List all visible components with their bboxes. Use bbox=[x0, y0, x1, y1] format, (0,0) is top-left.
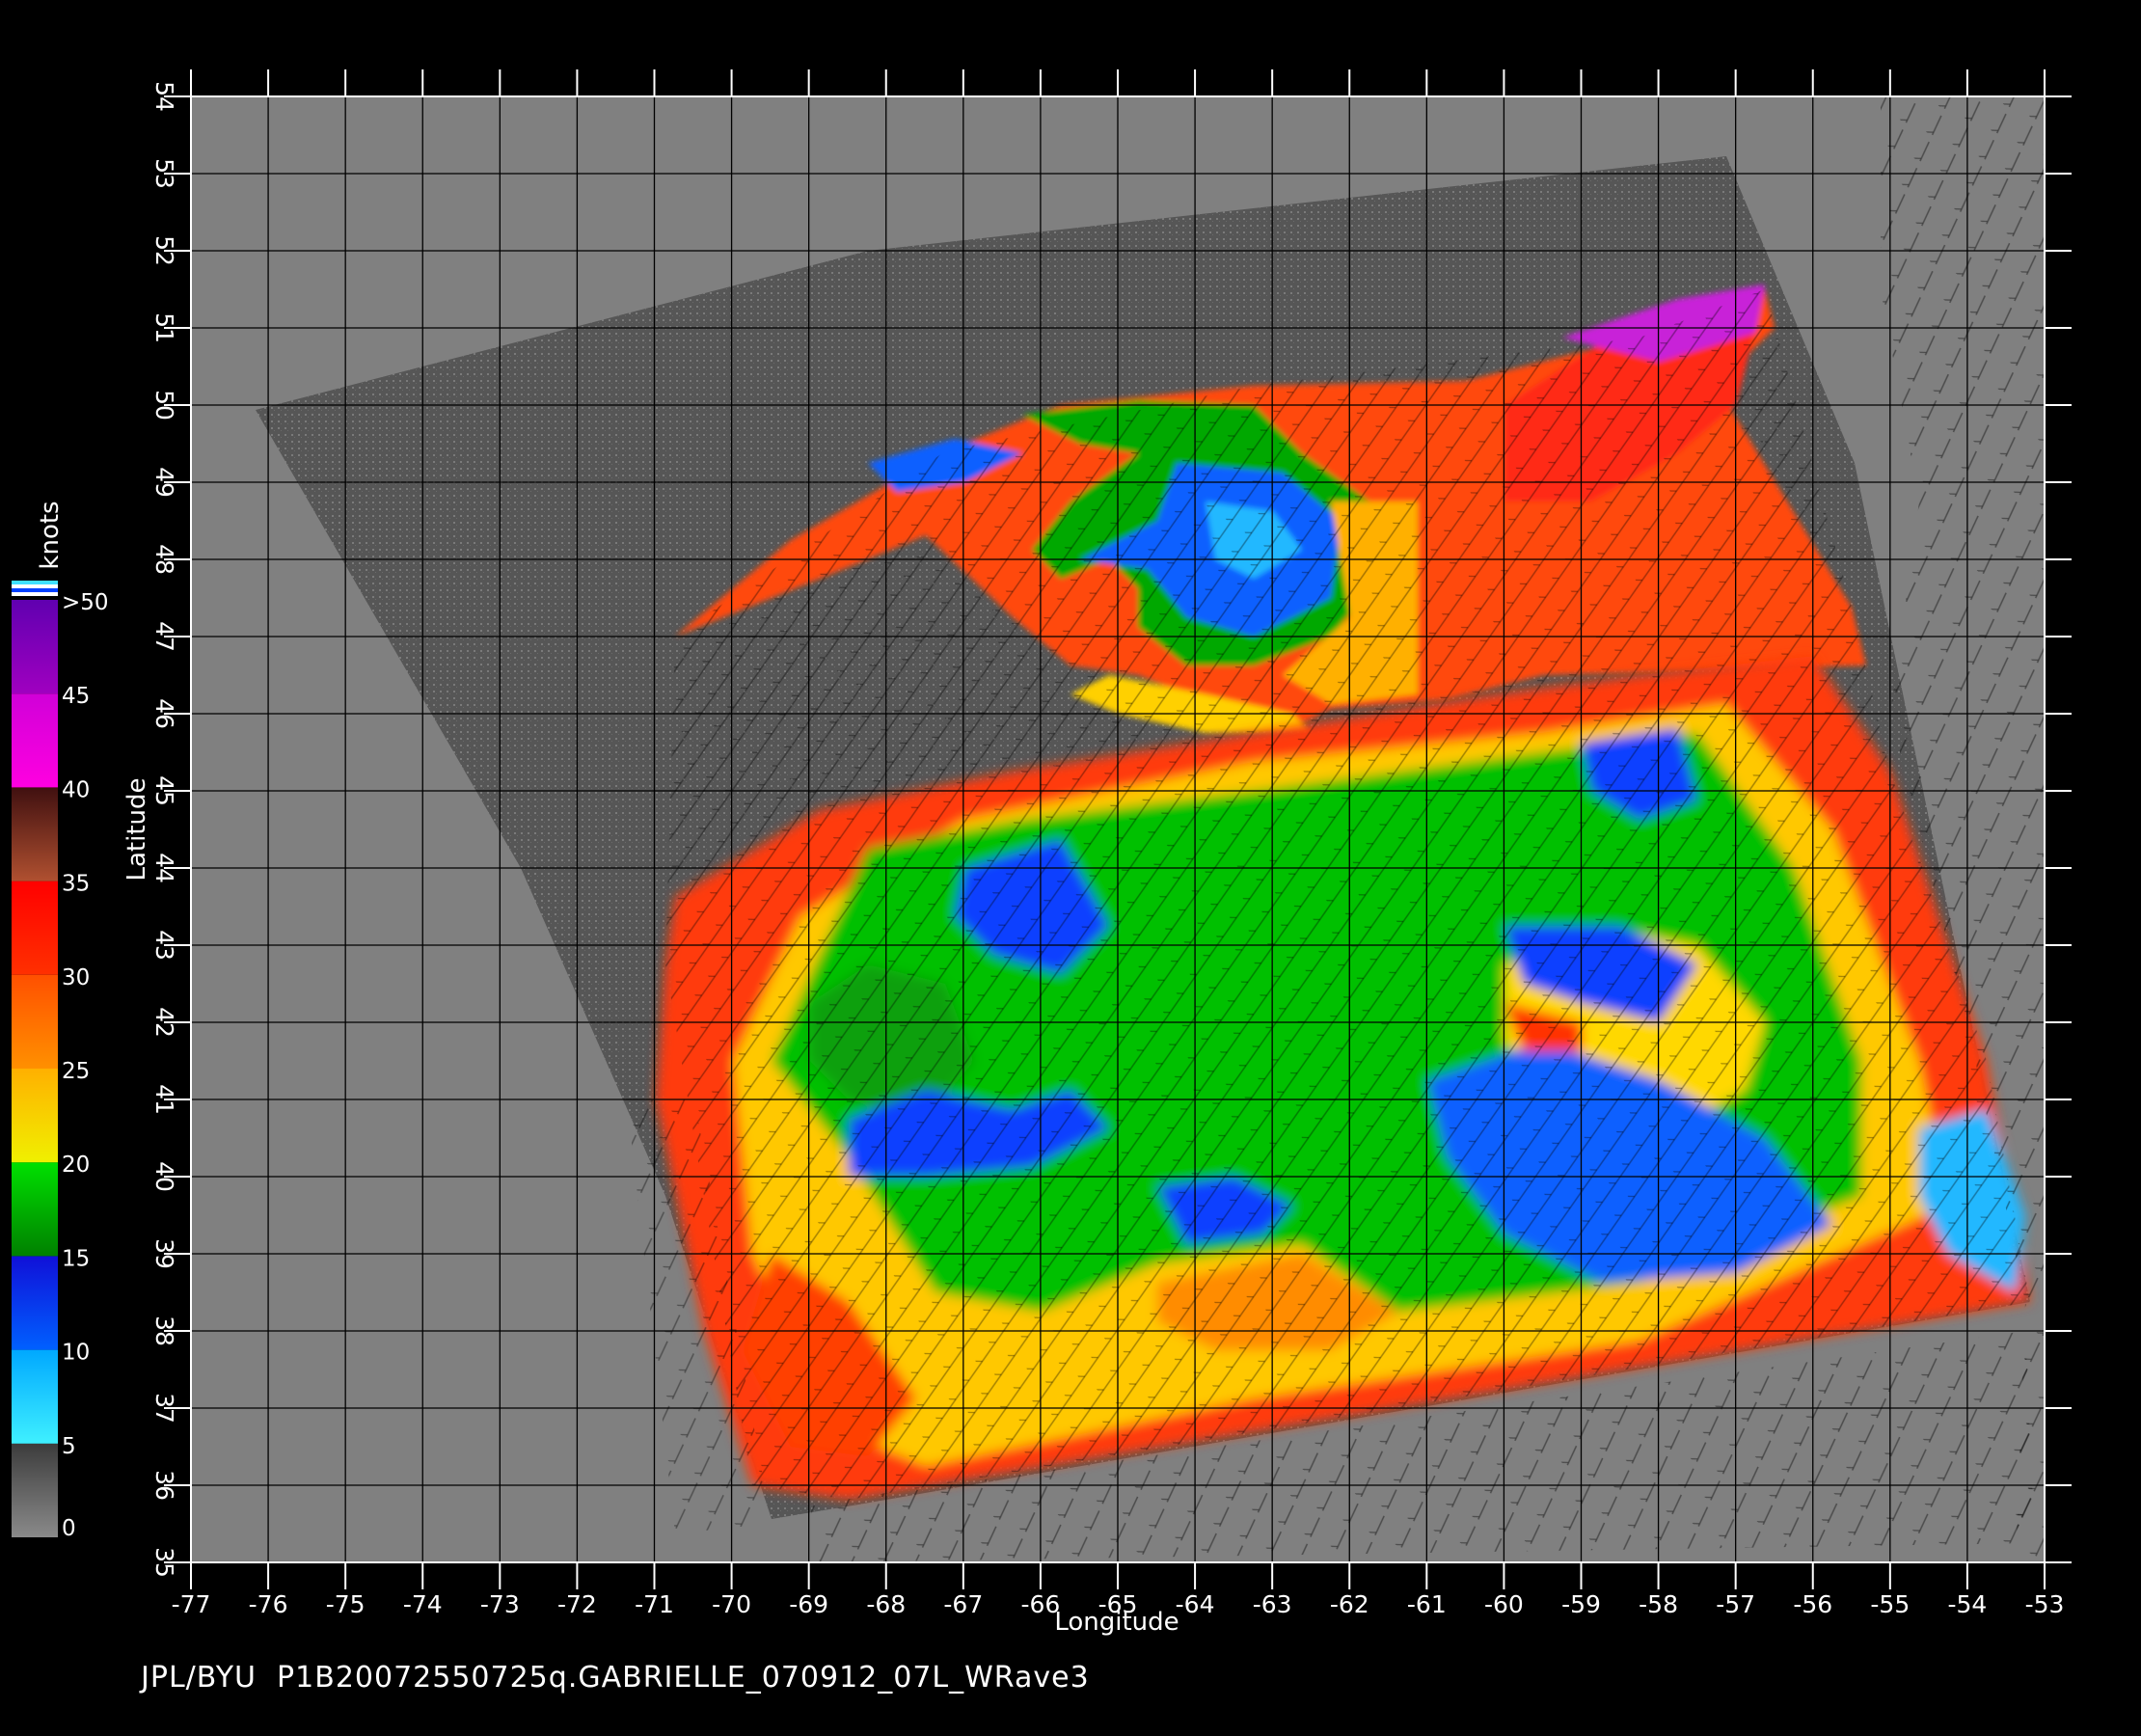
lat-tick-label: 48 bbox=[150, 544, 178, 575]
lat-tick-label: 44 bbox=[150, 853, 178, 883]
lat-tick-label: 47 bbox=[150, 621, 178, 652]
lon-tick-label: -71 bbox=[635, 1590, 674, 1618]
colorbar-cap bbox=[12, 592, 58, 596]
colorbar-cap bbox=[12, 581, 58, 584]
colorbar-tick-label: 40 bbox=[62, 777, 90, 802]
colorbar-band bbox=[12, 787, 58, 882]
colorbar-unit-label: knots bbox=[36, 501, 65, 569]
lat-tick-label: 51 bbox=[150, 312, 178, 343]
lon-tick-label: -60 bbox=[1484, 1590, 1524, 1618]
lon-tick-label: -55 bbox=[1870, 1590, 1910, 1618]
colorbar-tick-label: 15 bbox=[62, 1246, 90, 1271]
lon-tick-label: -54 bbox=[1947, 1590, 1987, 1618]
colorbar-tick-label: 25 bbox=[62, 1059, 90, 1084]
lat-tick-label: 36 bbox=[150, 1470, 178, 1501]
lon-tick-label: -59 bbox=[1561, 1590, 1601, 1618]
lon-tick-label: -77 bbox=[172, 1590, 211, 1618]
colorbar-band bbox=[12, 1443, 58, 1537]
colorbar-band bbox=[12, 600, 58, 694]
lat-tick-label: 37 bbox=[150, 1393, 178, 1424]
colorbar-tick-label: 20 bbox=[62, 1153, 90, 1178]
lon-tick-label: -70 bbox=[712, 1590, 751, 1618]
colorbar-band bbox=[12, 693, 58, 788]
lon-tick-label: -57 bbox=[1716, 1590, 1755, 1618]
lat-tick-label: 42 bbox=[150, 1007, 178, 1038]
wind-speed-colorbar: >50 45 40 35 30 25 20 15 10 5 0 bbox=[12, 581, 109, 1541]
lon-tick-label: -61 bbox=[1407, 1590, 1447, 1618]
lon-tick-label: -72 bbox=[557, 1590, 597, 1618]
colorbar-cap bbox=[12, 584, 58, 588]
colorbar-tick-label: 45 bbox=[62, 684, 90, 709]
colorbar-tick-label: 10 bbox=[62, 1341, 90, 1366]
colorbar-band bbox=[12, 974, 58, 1069]
colorbar-tick-label: 5 bbox=[62, 1434, 76, 1459]
lat-tick-label: 52 bbox=[150, 235, 178, 266]
lat-tick-label: 45 bbox=[150, 775, 178, 806]
lat-tick-label: 53 bbox=[150, 158, 178, 189]
lon-tick-label: -58 bbox=[1639, 1590, 1678, 1618]
lat-tick-label: 35 bbox=[150, 1547, 178, 1578]
lat-tick-label: 46 bbox=[150, 698, 178, 729]
lon-tick-label: -75 bbox=[326, 1590, 366, 1618]
colorbar-band bbox=[12, 1162, 58, 1257]
lon-tick-label: -64 bbox=[1176, 1590, 1215, 1618]
colorbar-band bbox=[12, 881, 58, 975]
colorbar-tick-label: 0 bbox=[62, 1516, 76, 1541]
y-axis-title: Latitude bbox=[122, 777, 151, 881]
lat-tick-label: 38 bbox=[150, 1316, 178, 1346]
wind-map-figure: -77 -76 -75 -74 -73 -72 -71 -70 -69 -68 -67 -66 -65-… bbox=[12, 69, 2072, 1637]
lon-tick-label: -68 bbox=[866, 1590, 906, 1618]
lon-tick-label: -73 bbox=[480, 1590, 520, 1618]
lon-tick-label: -62 bbox=[1330, 1590, 1369, 1618]
lon-tick-label: -67 bbox=[943, 1590, 983, 1618]
colorbar-tick-label: 30 bbox=[62, 965, 90, 990]
lat-tick-label: 40 bbox=[150, 1161, 178, 1192]
colorbar-band bbox=[12, 1256, 58, 1350]
lat-tick-label: 54 bbox=[150, 81, 178, 112]
lon-tick-label: -53 bbox=[2025, 1590, 2065, 1618]
colorbar-band bbox=[12, 1349, 58, 1444]
lon-tick-label: -76 bbox=[249, 1590, 288, 1618]
lat-tick-label: 41 bbox=[150, 1084, 178, 1115]
x-axis-title: Longitude bbox=[1054, 1608, 1179, 1637]
lat-tick-label: 49 bbox=[150, 467, 178, 498]
lat-tick-label: 39 bbox=[150, 1238, 178, 1269]
lon-tick-label: -69 bbox=[789, 1590, 828, 1618]
lon-tick-label: -63 bbox=[1253, 1590, 1292, 1618]
colorbar-band bbox=[12, 1069, 58, 1163]
lon-tick-label: -74 bbox=[403, 1590, 443, 1618]
colorbar-tick-label: >50 bbox=[62, 590, 109, 615]
colorbar-tick-label: 35 bbox=[62, 872, 90, 897]
product-caption: JPL/BYU P1B20072550725q.GABRIELLE_070912… bbox=[141, 1661, 1090, 1695]
lat-tick-label: 43 bbox=[150, 930, 178, 961]
lon-tick-label: -56 bbox=[1793, 1590, 1832, 1618]
colorbar-cap bbox=[12, 588, 58, 592]
lat-tick-label: 50 bbox=[150, 390, 178, 420]
